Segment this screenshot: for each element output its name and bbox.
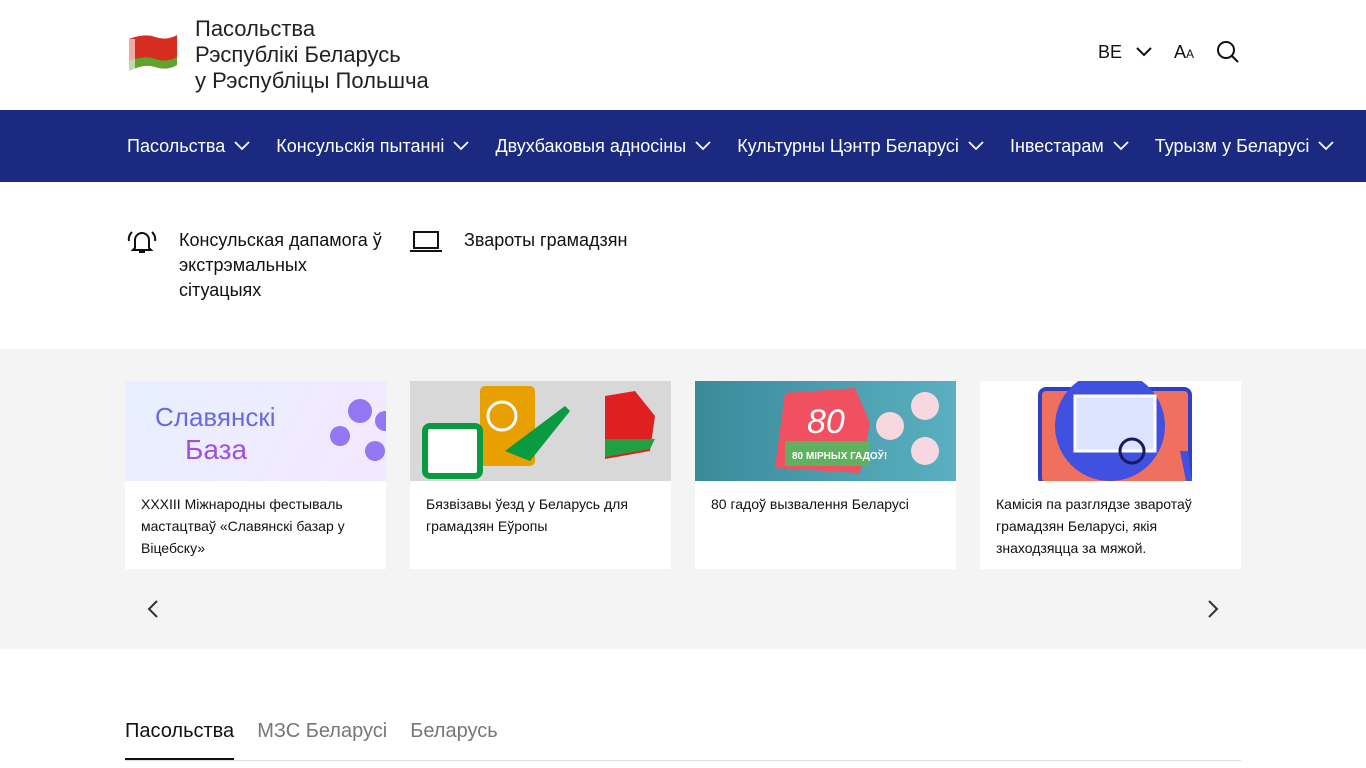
- svg-text:Славянскі: Славянскі: [155, 402, 276, 432]
- nav-item-consular[interactable]: Консульскія пытанні: [276, 135, 470, 157]
- nav-label: Турызм у Беларусі: [1154, 135, 1310, 156]
- chevron-left-icon[interactable]: [146, 599, 160, 619]
- tab-belarus[interactable]: Беларусь: [410, 720, 497, 760]
- quick-link-label: Звароты грамадзян: [464, 230, 628, 250]
- chevron-down-icon: [968, 141, 984, 151]
- quick-link-emergency[interactable]: Консульская дапамога ў экстрэмальных сіт…: [127, 228, 387, 303]
- title-line: у Рэспубліцы Польшча: [195, 68, 429, 93]
- title-line: Рэспублікі Беларусь: [195, 42, 401, 67]
- laptop-icon: [410, 231, 442, 252]
- tab-mfa[interactable]: МЗС Беларусі: [257, 720, 387, 760]
- font-size-small: A: [1185, 46, 1194, 61]
- chevron-down-icon: [234, 141, 250, 151]
- links-tabs: Пасольства МЗС Беларусі Беларусь: [125, 720, 1241, 761]
- title-line: Пасольства: [195, 16, 316, 41]
- chevron-right-icon[interactable]: [1206, 599, 1220, 619]
- anniversary-image: 80 80 МІРНЫХ ГАДОЎ!: [775, 388, 939, 473]
- chevron-down-icon: [453, 141, 470, 151]
- search-icon[interactable]: [1216, 40, 1240, 64]
- news-title: Бязвізавы ўезд у Беларусь для грамадзян …: [426, 496, 628, 534]
- belarus-flag-logo[interactable]: [125, 33, 179, 75]
- nav-label: Пасольства: [127, 135, 226, 156]
- chevron-down-icon: [1113, 141, 1129, 151]
- news-card[interactable]: Бязвізавы ўезд у Беларусь для грамадзян …: [410, 381, 671, 569]
- main-nav: Пасольства Консульскія пытанні Двухбаков…: [0, 110, 1366, 182]
- news-title: Камісія па разглядзе зваротаў грамадзян …: [996, 496, 1192, 556]
- chevron-down-icon: [1318, 141, 1335, 151]
- news-image-visa-free: [410, 381, 671, 481]
- font-size-big: A: [1173, 41, 1186, 62]
- festival-logo-image: СлавянскіБаза: [155, 399, 386, 465]
- news-title: XXXIII Міжнародны фестываль мастацтваў «…: [141, 496, 345, 556]
- visa-free-image: [422, 386, 655, 479]
- font-size-button[interactable]: AA: [1174, 42, 1194, 63]
- site-header: Пасольства Рэспублікі Беларусь у Рэспубл…: [0, 0, 1366, 110]
- nav-item-culture[interactable]: Культурны Цэнтр Беларусі: [737, 136, 984, 157]
- site-title[interactable]: Пасольства Рэспублікі Беларусь у Рэспубл…: [195, 16, 429, 94]
- news-image-commission: [980, 381, 1241, 481]
- nav-item-tourism[interactable]: Турызм у Беларусі: [1155, 136, 1335, 157]
- chevron-down-icon: [1136, 47, 1152, 57]
- quick-link-appeals[interactable]: Звароты грамадзян: [410, 228, 627, 254]
- nav-item-investors[interactable]: Інвестарам: [1010, 136, 1129, 157]
- news-carousel: Славянскі База XXXIII Міжнародны фестывал…: [0, 349, 1366, 649]
- nav-label: Консульскія пытанні: [276, 135, 445, 156]
- nav-label: Культурны Цэнтр Беларусі: [737, 135, 959, 156]
- language-label: BE: [1097, 41, 1122, 62]
- news-card[interactable]: 80 80 МІРНЫХ ГАДОЎ! 80 гадоў вызвалення Б…: [695, 381, 956, 569]
- news-image-slavianski-bazar: Славянскі База: [125, 381, 386, 481]
- nav-label: Інвестарам: [1009, 135, 1104, 156]
- svg-text:80: 80: [807, 403, 845, 441]
- commission-image: [1038, 381, 1192, 481]
- news-image-80-years: 80 80 МІРНЫХ ГАДОЎ!: [695, 381, 956, 481]
- nav-item-bilateral[interactable]: Двухбаковыя адносіны: [495, 136, 711, 157]
- quick-links: Консульская дапамога ў экстрэмальных сіт…: [0, 182, 1366, 349]
- svg-text:База: База: [185, 434, 247, 465]
- news-card[interactable]: Камісія па разглядзе зваротаў грамадзян …: [980, 381, 1241, 569]
- tab-embassy[interactable]: Пасольства: [125, 720, 235, 760]
- bell-icon: [127, 231, 157, 253]
- news-title: 80 гадоў вызвалення Беларусі: [711, 496, 909, 512]
- svg-text:80 МІРНЫХ ГАДОЎ!: 80 МІРНЫХ ГАДОЎ!: [792, 449, 887, 462]
- nav-label: Двухбаковыя адносіны: [495, 135, 687, 156]
- quick-link-label: Консульская дапамога ў экстрэмальных сіт…: [179, 230, 382, 300]
- nav-item-embassy[interactable]: Пасольства: [127, 136, 250, 157]
- chevron-down-icon: [695, 141, 711, 151]
- news-card[interactable]: Славянскі База XXXIII Міжнародны фестывал…: [125, 381, 386, 569]
- language-select[interactable]: BE: [1098, 42, 1152, 63]
